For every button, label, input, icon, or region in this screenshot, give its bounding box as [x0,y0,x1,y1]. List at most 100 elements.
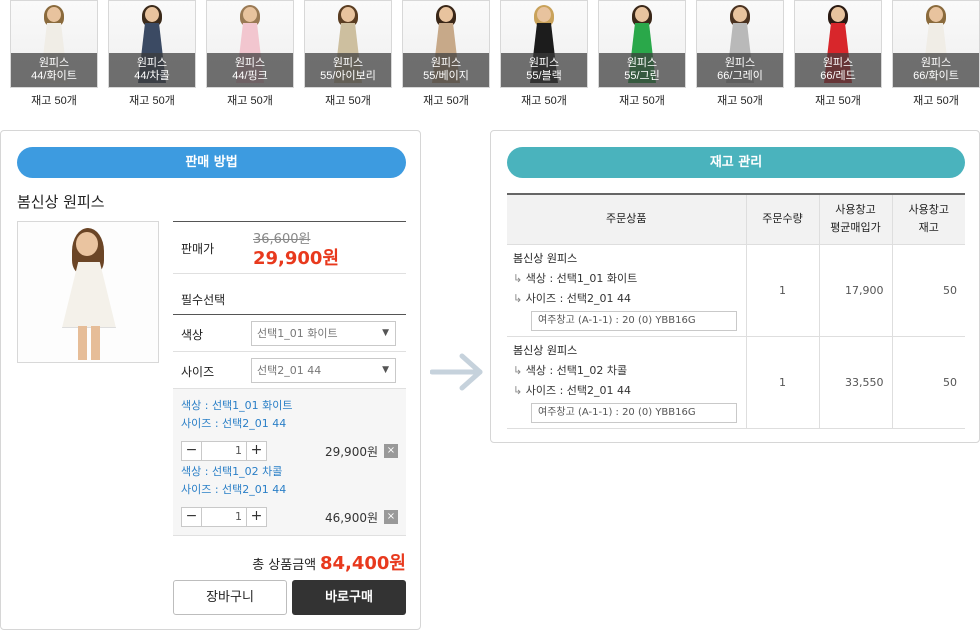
minus-button[interactable]: − [182,508,202,526]
stock-count: 재고 50개 [227,95,273,107]
plus-button[interactable]: + [246,442,266,460]
product-thumbnail[interactable]: 원피스 66/그레이재고 50개 [696,0,784,108]
stock-count: 재고 50개 [815,95,861,107]
stock-count: 재고 50개 [619,95,665,107]
quantity-stepper: − 1 + [181,441,267,461]
product-variant-strip: 원피스 44/화이트 재고 50개 원피스 44/차콜 재고 50개 원피스 44/핑크 재고 … [10,0,980,112]
selected-item: 색상 : 선택1_02 차콜 사이즈 : 선택2_01 44 [181,463,398,499]
size-row: 사이즈 선택2_01 44 ▼ [173,352,406,388]
size-select[interactable]: 선택2_01 44 ▼ [251,358,396,383]
product-thumbnail[interactable]: 원피스 55/블랙재고 50개 [500,0,588,108]
inventory-panel: 재고 관리 주문상품 주문수량 사용창고 평균매입가 사용창고 재고 봄신상 원… [490,130,980,443]
chevron-down-icon: ▼ [382,328,389,338]
stock-count: 재고 50개 [129,95,175,107]
thumbnail-caption: 원피스 44/차콜 [109,53,195,87]
product-thumbnail[interactable]: 원피스 44/핑크재고 50개 [206,0,294,108]
product-thumbnail[interactable]: 원피스 44/차콜재고 50개 [108,0,196,108]
avg-price: 17,900 [818,243,892,336]
total-row: 총 상품금액 84,400원 [173,549,406,575]
thumbnail-caption: 원피스 44/화이트 [11,53,97,87]
price-row: 판매가 36,600원 29,900원 [173,222,406,273]
thumbnail-caption: 원피스 55/그린 [599,53,685,87]
thumbnail-image: 원피스 55/아이보리 [304,0,392,88]
warehouse-field[interactable]: 여주창고 (A-1-1) : 20 (0) YBB16G [531,311,737,331]
col-product: 주문상품 [507,194,746,244]
buy-now-button[interactable]: 바로구매 [292,580,406,615]
thumbnail-caption: 원피스 66/그레이 [697,53,783,87]
cart-button[interactable]: 장바구니 [173,580,287,615]
stock-count: 재고 50개 [423,95,469,107]
stock-count: 재고 50개 [325,95,371,107]
thumbnail-image: 원피스 55/블랙 [500,0,588,88]
required-label: 필수선택 [181,293,226,307]
color-row: 색상 선택1_01 화이트 ▼ [173,315,406,351]
product-thumbnail[interactable]: 원피스 55/그린재고 50개 [598,0,686,108]
sale-price: 29,900원 [253,248,340,269]
chevron-down-icon: ▼ [382,365,389,375]
thumbnail-image: 원피스 44/차콜 [108,0,196,88]
total-label: 총 상품금액 [252,558,317,573]
quantity-input[interactable]: 1 [202,508,246,526]
col-qty: 주문수량 [745,194,819,244]
product-thumbnail[interactable]: 원피스 55/베이지재고 50개 [402,0,490,108]
model-figure [58,228,120,360]
order-option: ↳ 색상 : 선택1_02 차콜 [513,364,628,377]
warehouse-field[interactable]: 여주창고 (A-1-1) : 20 (0) YBB16G [531,403,737,423]
item-price: 29,900원 [324,445,378,459]
color-select-value: 선택1_01 화이트 [257,327,338,340]
stock-count: 재고 50개 [913,95,959,107]
inventory-header: 재고 관리 [507,147,965,178]
item-price: 46,900원 [324,511,378,525]
product-thumbnail[interactable]: 원피스 44/화이트재고 50개 [10,0,98,108]
order-qty: 1 [745,243,819,336]
inventory-table: 주문상품 주문수량 사용창고 평균매입가 사용창고 재고 봄신상 원피스 ↳ 색… [507,193,965,429]
sales-panel: 판매 방법 봄신상 원피스 판매가 36,600원 29,900원 필수선택 색… [0,130,421,630]
required-row: 필수선택 [173,274,406,314]
thumbnail-image: 원피스 66/레드 [794,0,882,88]
table-row: 봄신상 원피스 ↳ 색상 : 선택1_02 차콜 ↳ 사이즈 : 선택2_01 … [507,335,965,429]
stock-count: 재고 50개 [31,95,77,107]
product-thumbnail[interactable]: 원피스 55/아이보리재고 50개 [304,0,392,108]
order-product-name: 봄신상 원피스 [513,344,578,357]
selected-color: 색상 : 선택1_01 화이트 [181,399,293,412]
thumbnail-image: 원피스 44/핑크 [206,0,294,88]
arrow-right-icon [430,353,483,391]
plus-button[interactable]: + [246,508,266,526]
size-select-value: 선택2_01 44 [257,364,322,377]
thumbnail-caption: 원피스 55/아이보리 [305,53,391,87]
col-avg-price: 사용창고 평균매입가 [818,194,892,244]
thumbnail-caption: 원피스 66/화이트 [893,53,979,87]
order-qty: 1 [745,335,819,429]
order-option: ↳ 사이즈 : 선택2_01 44 [513,384,632,397]
thumbnail-caption: 원피스 55/블랙 [501,53,587,87]
stock-count: 재고 50개 [717,95,763,107]
sales-method-header: 판매 방법 [17,147,406,178]
size-label: 사이즈 [181,365,215,379]
remove-button[interactable]: × [384,510,398,524]
thumbnail-caption: 원피스 66/레드 [795,53,881,87]
table-row: 봄신상 원피스 ↳ 색상 : 선택1_01 화이트 ↳ 사이즈 : 선택2_01… [507,243,965,336]
product-title: 봄신상 원피스 [17,193,105,211]
thumbnail-image: 원피스 44/화이트 [10,0,98,88]
thumbnail-image: 원피스 66/그레이 [696,0,784,88]
thumbnail-caption: 원피스 55/베이지 [403,53,489,87]
thumbnail-image: 원피스 55/그린 [598,0,686,88]
selected-item: 색상 : 선택1_01 화이트 사이즈 : 선택2_01 44 [181,397,398,433]
minus-button[interactable]: − [182,442,202,460]
color-label: 색상 [181,328,204,342]
quantity-input[interactable]: 1 [202,442,246,460]
option-area: 판매가 36,600원 29,900원 필수선택 색상 선택1_01 화이트 ▼… [173,221,406,536]
order-product-cell: 봄신상 원피스 ↳ 색상 : 선택1_02 차콜 ↳ 사이즈 : 선택2_01 … [507,335,746,429]
remove-button[interactable]: × [384,444,398,458]
order-product-cell: 봄신상 원피스 ↳ 색상 : 선택1_01 화이트 ↳ 사이즈 : 선택2_01… [507,243,746,336]
order-option: ↳ 색상 : 선택1_01 화이트 [513,272,638,285]
selected-color: 색상 : 선택1_02 차콜 [181,465,283,478]
order-option: ↳ 사이즈 : 선택2_01 44 [513,292,632,305]
product-thumbnail[interactable]: 원피스 66/화이트재고 50개 [892,0,980,108]
selected-size: 사이즈 : 선택2_01 44 [181,417,287,430]
stock-count: 재고 50개 [521,95,567,107]
warehouse-stock: 50 [891,335,965,429]
selected-options-box: 색상 : 선택1_01 화이트 사이즈 : 선택2_01 44 − 1 + 29… [173,389,406,535]
product-thumbnail[interactable]: 원피스 66/레드재고 50개 [794,0,882,108]
color-select[interactable]: 선택1_01 화이트 ▼ [251,321,396,346]
